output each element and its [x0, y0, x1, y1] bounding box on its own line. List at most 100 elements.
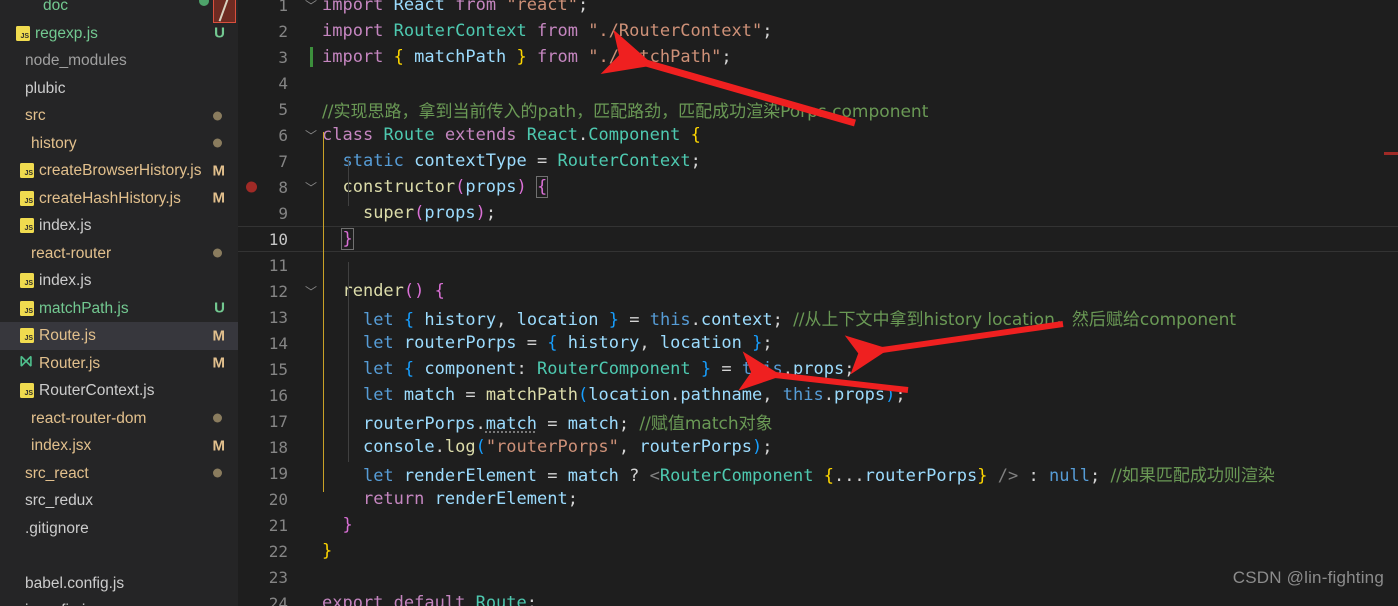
git-status-badge: M	[212, 437, 226, 455]
file-tree[interactable]: doc regexp.js Unode_modulesplubic src histor…	[0, 0, 238, 606]
line-content[interactable]: }	[322, 515, 1398, 535]
file-tree-item[interactable]: Router.js M	[0, 350, 238, 378]
code-line[interactable]: 13 let { history, location } = this.cont…	[238, 304, 1398, 330]
file-tree-item[interactable]: regexp.js U	[0, 20, 238, 48]
modified-dot-icon	[213, 248, 222, 258]
file-tree-item[interactable]: plubic	[0, 75, 238, 103]
code-line[interactable]: 17 routerPorps.match = match; //赋值match对…	[238, 408, 1398, 434]
git-status-badge: M	[212, 162, 226, 180]
vscode-window: doc regexp.js Unode_modulesplubic src histor…	[0, 0, 1398, 606]
line-content[interactable]: let match = matchPath(location.pathname,…	[322, 385, 1398, 405]
js-file-icon	[16, 25, 30, 41]
fold-chevron-icon[interactable]: ﹀	[300, 0, 322, 14]
file-tree-item[interactable]: react-router	[0, 240, 238, 268]
fold-chevron-icon[interactable]: ﹀	[300, 283, 322, 300]
file-tree-item[interactable]: index.jsx M	[0, 432, 238, 460]
code-line[interactable]: 12 ﹀ render() {	[238, 278, 1398, 304]
file-tree-item[interactable]: .gitignore	[0, 515, 238, 543]
line-content[interactable]: let { component: RouterComponent } = thi…	[322, 359, 1398, 379]
file-tree-item[interactable]: src	[0, 102, 238, 130]
code-line[interactable]: 2 import RouterContext from "./RouterCon…	[238, 18, 1398, 44]
code-line[interactable]: 14 let routerPorps = { history, location…	[238, 330, 1398, 356]
file-tree-item-label: .gitignore	[25, 519, 89, 537]
code-line[interactable]: 23	[238, 564, 1398, 590]
line-content[interactable]: let renderElement = match ? <RouterCompo…	[322, 461, 1398, 486]
file-tree-item[interactable]: RouterContext.js	[0, 377, 238, 405]
line-content[interactable]: routerPorps.match = match; //赋值match对象	[322, 409, 1398, 434]
line-content[interactable]: static contextType = RouterContext;	[322, 151, 1398, 171]
file-tree-item[interactable]: react-router-dom	[0, 405, 238, 433]
line-content[interactable]: let routerPorps = { history, location };	[322, 333, 1398, 353]
code-line[interactable]: 9 super(props);	[238, 200, 1398, 226]
code-line[interactable]: 4	[238, 70, 1398, 96]
file-tree-item-label: doc	[43, 0, 68, 15]
code-lines[interactable]: 1 ﹀ import React from "react"; 2 import …	[238, 0, 1398, 606]
file-tree-item[interactable]: index.js	[0, 212, 238, 240]
git-status-badge: U	[214, 299, 225, 317]
explorer-sidebar[interactable]: doc regexp.js Unode_modulesplubic src histor…	[0, 0, 238, 606]
line-content[interactable]: render() {	[322, 281, 1398, 301]
class-scope-guide	[323, 132, 324, 492]
file-tree-item[interactable]: matchPath.js U	[0, 295, 238, 323]
line-content[interactable]: console.log("routerPorps", routerPorps);	[322, 437, 1398, 457]
file-tree-item[interactable]: Route.js M	[0, 322, 238, 350]
line-number: 14	[268, 333, 288, 353]
code-line[interactable]: 1 ﹀ import React from "react";	[238, 0, 1398, 18]
file-tree-item[interactable]: babel.config.js	[0, 570, 238, 598]
code-line[interactable]: 7 static contextType = RouterContext;	[238, 148, 1398, 174]
line-content[interactable]: }	[322, 541, 1398, 561]
none	[6, 521, 20, 536]
file-tree-item[interactable]: node_modules	[0, 47, 238, 75]
js-file-icon	[20, 190, 34, 206]
line-content[interactable]: let { history, location } = this.context…	[322, 305, 1398, 330]
line-number: 9	[278, 203, 288, 223]
file-tree-item[interactable]: jsconfig.json	[0, 597, 238, 606]
code-line[interactable]: 18 console.log("routerPorps", routerPorp…	[238, 434, 1398, 460]
code-line[interactable]: 15 let { component: RouterComponent } = …	[238, 356, 1398, 382]
modified-dot-icon	[213, 413, 222, 423]
file-tree-item[interactable]: src_redux	[0, 487, 238, 515]
line-content[interactable]: class Route extends React.Component {	[322, 125, 1398, 145]
line-content[interactable]: import { matchPath } from "./matchPath";	[322, 47, 1398, 67]
code-line[interactable]: 11	[238, 252, 1398, 278]
code-line[interactable]: 24 export default Route;	[238, 590, 1398, 606]
line-content[interactable]: export default Route;	[322, 593, 1398, 606]
file-tree-item[interactable]: index.js	[0, 267, 238, 295]
highlight-marker	[213, 0, 236, 23]
code-line[interactable]: 3 import { matchPath } from "./matchPath…	[238, 44, 1398, 70]
file-tree-item[interactable]: createBrowserHistory.js M	[0, 157, 238, 185]
file-tree-item[interactable]: createHashHistory.js M	[0, 185, 238, 213]
code-line[interactable]: 8 ﹀ constructor(props) {	[238, 174, 1398, 200]
code-line-current[interactable]: 10 }	[238, 226, 1398, 252]
code-line[interactable]: 22 }	[238, 538, 1398, 564]
line-content[interactable]: constructor(props) {	[322, 176, 1398, 198]
line-content[interactable]: //实现思路，拿到当前传入的path，匹配路劲，匹配成功渲染Porps.comp…	[322, 97, 1398, 122]
fold-chevron-icon[interactable]: ﹀	[300, 127, 322, 144]
line-number: 13	[268, 307, 288, 327]
code-line[interactable]: 20 return renderElement;	[238, 486, 1398, 512]
line-number: 22	[268, 541, 288, 561]
folder-icon	[6, 108, 20, 123]
code-line[interactable]: 21 }	[238, 512, 1398, 538]
line-content[interactable]: import RouterContext from "./RouterConte…	[322, 21, 1398, 41]
file-tree-item[interactable]: history	[0, 130, 238, 158]
line-content[interactable]: return renderElement;	[322, 489, 1398, 509]
fold-chevron-icon[interactable]: ﹀	[300, 179, 322, 196]
file-tree-item[interactable]: src_react	[0, 460, 238, 488]
line-number: 8	[278, 177, 288, 197]
line-content[interactable]: super(props);	[322, 203, 1398, 223]
code-line[interactable]: 16 let match = matchPath(location.pathna…	[238, 382, 1398, 408]
code-line[interactable]: 5 //实现思路，拿到当前传入的path，匹配路劲，匹配成功渲染Porps.co…	[238, 96, 1398, 122]
line-number: 11	[268, 255, 288, 275]
overview-ruler[interactable]	[1384, 0, 1398, 606]
code-editor[interactable]: 1 ﹀ import React from "react"; 2 import …	[238, 0, 1398, 606]
line-number: 23	[268, 567, 288, 587]
line-content[interactable]: }	[322, 228, 1398, 250]
file-tree-item-label: index.js	[39, 217, 92, 235]
code-line[interactable]: 19 let renderElement = match ? <RouterCo…	[238, 460, 1398, 486]
none	[6, 493, 20, 508]
code-line[interactable]: 6 ﹀ class Route extends React.Component …	[238, 122, 1398, 148]
line-content[interactable]: import React from "react";	[322, 0, 1398, 15]
line-number: 10	[268, 229, 288, 249]
